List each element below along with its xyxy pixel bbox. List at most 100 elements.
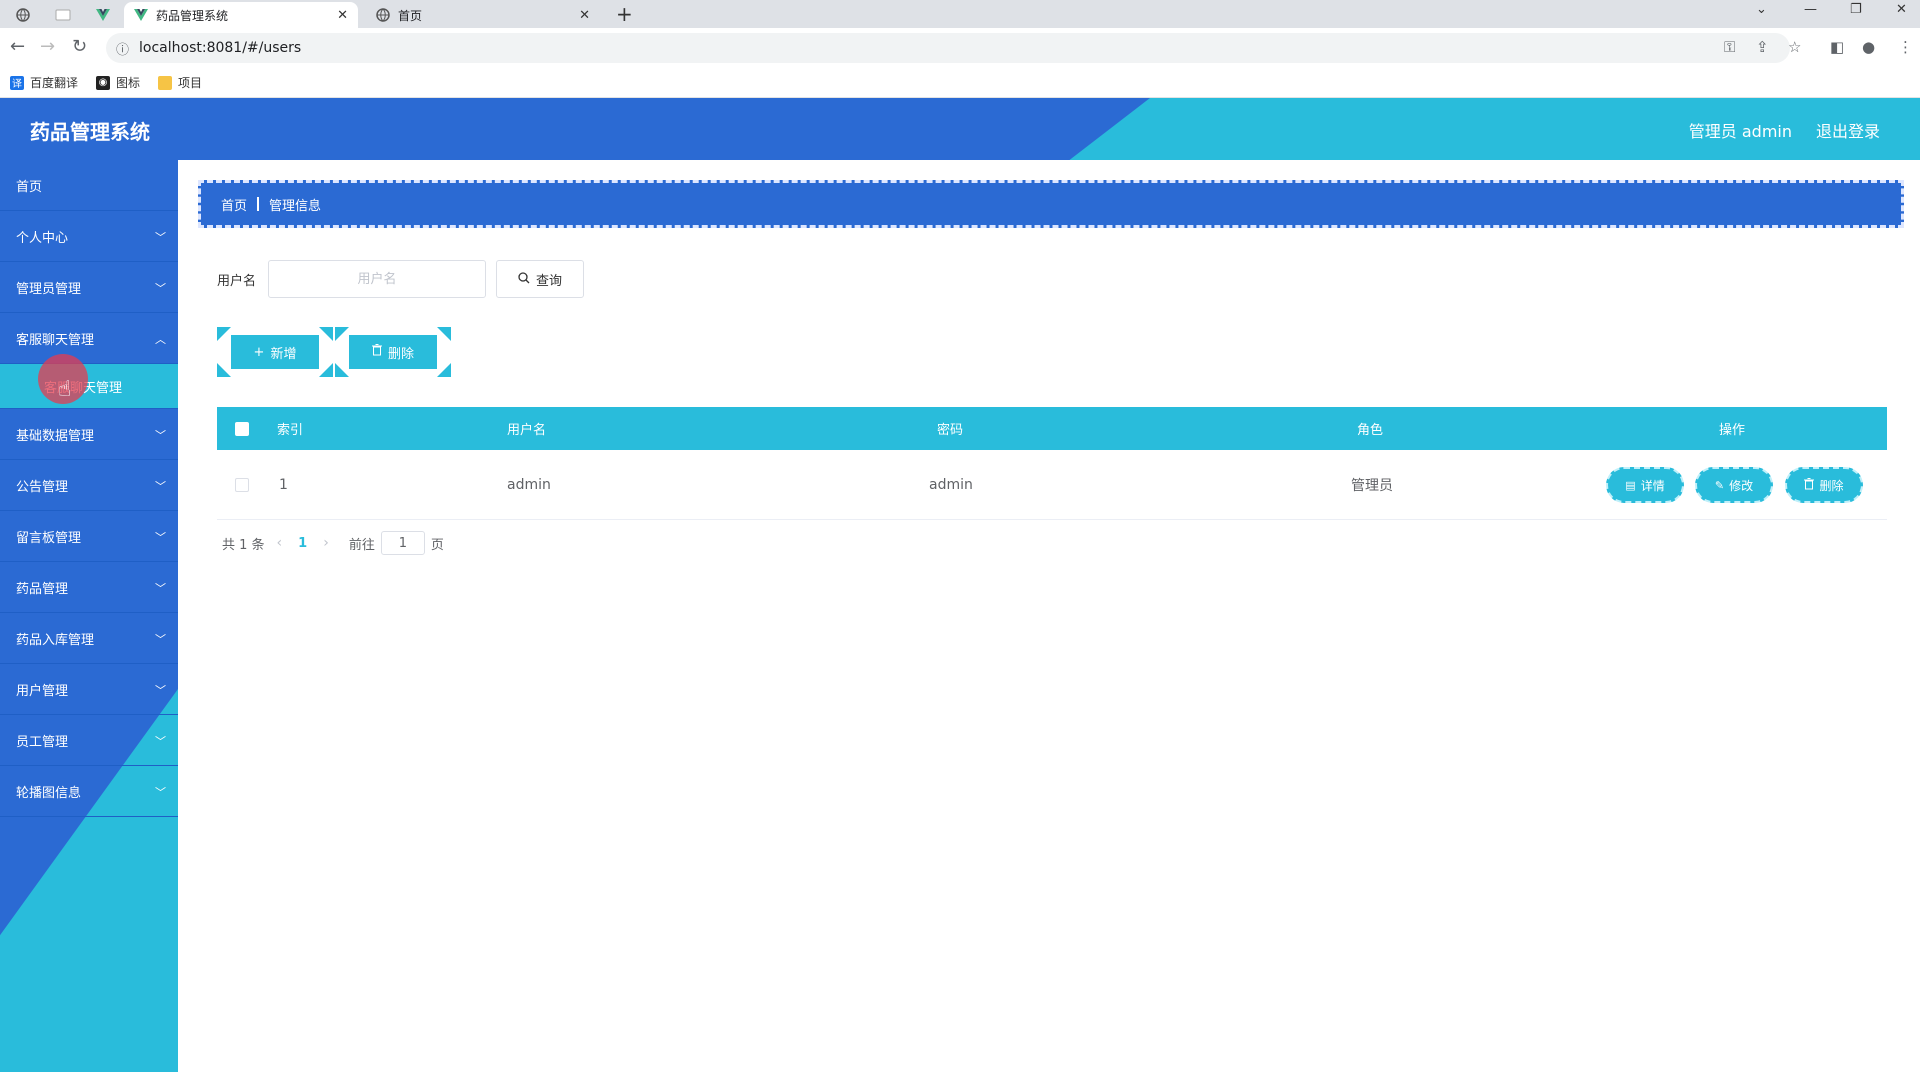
tab-home[interactable]: 首页 ✕ bbox=[366, 2, 600, 28]
translate-icon: 译 bbox=[10, 75, 24, 90]
globe-icon[interactable] bbox=[8, 4, 38, 26]
sidebar-item-admin-management[interactable]: 管理员管理 ﹀ bbox=[0, 262, 178, 313]
sidebar-item-announcements[interactable]: 公告管理 ﹀ bbox=[0, 460, 178, 511]
key-icon[interactable]: ⚿ bbox=[1724, 38, 1735, 56]
sidebar-item-medicine[interactable]: 药品管理 ﹀ bbox=[0, 562, 178, 613]
side-panel-icon[interactable]: ◧ bbox=[1830, 38, 1844, 56]
username-search-input[interactable] bbox=[268, 260, 487, 298]
sidebar-item-medicine-stock-in[interactable]: 药品入库管理 ﹀ bbox=[0, 613, 178, 664]
breadcrumb-home[interactable]: 首页 bbox=[221, 195, 247, 214]
breadcrumb-separator bbox=[257, 197, 260, 211]
folder-icon bbox=[158, 75, 173, 90]
sidebar: 首页 个人中心 ﹀ 管理员管理 ﹀ 客服聊天管理 ︿ 客服聊天管理 基础数据管理… bbox=[0, 160, 178, 1072]
sidebar-item-basic-data[interactable]: 基础数据管理 ﹀ bbox=[0, 409, 178, 460]
forward-icon[interactable]: → bbox=[40, 36, 55, 57]
users-table: 索引 用户名 密码 角色 操作 1 admin admin 管理员 ▤ 详情 ✎… bbox=[217, 407, 1887, 520]
add-button[interactable]: + 新增 bbox=[231, 335, 319, 369]
sidebar-item-label: 员工管理 bbox=[16, 734, 69, 750]
sidebar-item-staff[interactable]: 员工管理 ﹀ bbox=[0, 715, 178, 766]
button-decoration bbox=[437, 363, 451, 377]
url-text: localhost:8081/#/users bbox=[139, 40, 302, 56]
tab-search-chevron-icon[interactable]: ⌄ bbox=[1756, 2, 1767, 17]
tab-medicine-system[interactable]: 药品管理系统 ✕ bbox=[124, 2, 358, 28]
bookmark-icons[interactable]: ◉ 图标 bbox=[96, 74, 140, 91]
table-row: 1 admin admin 管理员 ▤ 详情 ✎ 修改 删除 bbox=[217, 450, 1887, 520]
bookmark-project[interactable]: 项目 bbox=[158, 74, 202, 91]
sidebar-item-carousel[interactable]: 轮播图信息 ﹀ bbox=[0, 766, 178, 817]
hand-cursor-icon: ☝ bbox=[58, 377, 72, 402]
vue-logo-icon bbox=[134, 8, 148, 22]
row-delete-button-label: 删除 bbox=[1819, 478, 1844, 493]
menu-dots-icon[interactable]: ⋮ bbox=[1898, 38, 1913, 56]
column-header: 操作 bbox=[1719, 423, 1746, 438]
next-page-icon[interactable]: › bbox=[323, 535, 329, 551]
close-icon[interactable]: ✕ bbox=[337, 8, 348, 23]
bookmark-label: 图标 bbox=[116, 76, 141, 90]
sidebar-item-label: 用户管理 bbox=[16, 683, 69, 699]
detail-button[interactable]: ▤ 详情 bbox=[1606, 467, 1684, 503]
chevron-down-icon: ﹀ bbox=[155, 429, 166, 442]
sidebar-item-message-board[interactable]: 留言板管理 ﹀ bbox=[0, 511, 178, 562]
chevron-down-icon: ﹀ bbox=[155, 684, 166, 697]
site-info-icon[interactable]: ⓘ bbox=[116, 39, 129, 58]
trash-icon bbox=[1804, 477, 1815, 493]
sidebar-item-personal-center[interactable]: 个人中心 ﹀ bbox=[0, 211, 178, 262]
sidebar-item-label: 轮播图信息 bbox=[16, 785, 82, 801]
sidebar-subitem-chat-management[interactable]: 客服聊天管理 bbox=[0, 364, 178, 409]
sidebar-item-label: 公告管理 bbox=[16, 479, 69, 495]
select-all-checkbox[interactable] bbox=[235, 422, 249, 436]
share-icon[interactable]: ⇪ bbox=[1756, 38, 1769, 56]
search-form: 用户名 查询 bbox=[217, 259, 585, 299]
sidebar-item-label: 基础数据管理 bbox=[16, 428, 95, 444]
star-icon[interactable]: ☆ bbox=[1788, 38, 1801, 56]
cell-password: admin bbox=[929, 476, 973, 493]
sidebar-item-label: 药品管理 bbox=[16, 581, 69, 597]
button-decoration bbox=[217, 327, 231, 341]
reload-icon[interactable]: ↻ bbox=[72, 36, 87, 57]
page-suffix: 页 bbox=[430, 537, 444, 553]
button-decoration bbox=[217, 363, 231, 377]
delete-button[interactable]: 删除 bbox=[349, 335, 437, 369]
delete-button-label: 删除 bbox=[387, 346, 414, 362]
blank-tab-icon[interactable] bbox=[48, 4, 78, 26]
prev-page-icon[interactable]: ‹ bbox=[277, 535, 283, 551]
plus-icon: + bbox=[253, 344, 265, 360]
sidebar-item-chat-management[interactable]: 客服聊天管理 ︿ bbox=[0, 313, 178, 364]
restore-icon[interactable]: ❐ bbox=[1850, 2, 1862, 17]
chevron-down-icon: ﹀ bbox=[155, 582, 166, 595]
new-tab-icon[interactable]: + bbox=[616, 2, 633, 26]
bookmark-label: 百度翻译 bbox=[30, 76, 79, 90]
back-icon[interactable]: ← bbox=[10, 36, 25, 57]
edit-button[interactable]: ✎ 修改 bbox=[1695, 467, 1773, 503]
chevron-down-icon: ﹀ bbox=[155, 480, 166, 493]
close-icon[interactable]: ✕ bbox=[579, 8, 590, 23]
breadcrumb-current: 管理信息 bbox=[269, 198, 322, 214]
query-button[interactable]: 查询 bbox=[496, 260, 585, 298]
page-number-current[interactable]: 1 bbox=[298, 536, 307, 551]
pagination-total: 共 1 条 bbox=[222, 537, 265, 553]
chevron-down-icon: ﹀ bbox=[155, 735, 166, 748]
button-decoration bbox=[319, 363, 333, 377]
tab-title: 首页 bbox=[398, 8, 423, 23]
button-decoration bbox=[335, 327, 349, 341]
table-header: 索引 用户名 密码 角色 操作 bbox=[217, 407, 1887, 450]
goto-page-input[interactable] bbox=[380, 531, 425, 555]
sidebar-item-home[interactable]: 首页 bbox=[0, 160, 178, 211]
current-user: 管理员 admin bbox=[1688, 122, 1792, 141]
pagination: 共 1 条 ‹ 1 › 前往 页 bbox=[222, 530, 444, 556]
bookmark-baidu-translate[interactable]: 译 百度翻译 bbox=[10, 74, 78, 91]
column-header: 角色 bbox=[1357, 423, 1384, 438]
chevron-down-icon: ﹀ bbox=[155, 231, 166, 244]
logout-link[interactable]: 退出登录 bbox=[1816, 118, 1880, 142]
url-field[interactable]: ⓘ localhost:8081/#/users bbox=[106, 33, 1790, 63]
icon-bookmark-icon: ◉ bbox=[96, 75, 111, 90]
window-close-icon[interactable]: ✕ bbox=[1896, 2, 1907, 17]
row-delete-button[interactable]: 删除 bbox=[1785, 467, 1863, 503]
row-checkbox[interactable] bbox=[235, 478, 249, 492]
minimize-icon[interactable]: — bbox=[1804, 2, 1817, 17]
sidebar-item-users[interactable]: 用户管理 ﹀ bbox=[0, 664, 178, 715]
vue-logo-icon[interactable] bbox=[88, 4, 118, 26]
cell-role: 管理员 bbox=[1351, 477, 1393, 494]
browser-tab-bar: 药品管理系统 ✕ 首页 ✕ + ⌄ — ❐ ✕ bbox=[0, 0, 1920, 28]
profile-icon[interactable]: ● bbox=[1862, 38, 1875, 56]
